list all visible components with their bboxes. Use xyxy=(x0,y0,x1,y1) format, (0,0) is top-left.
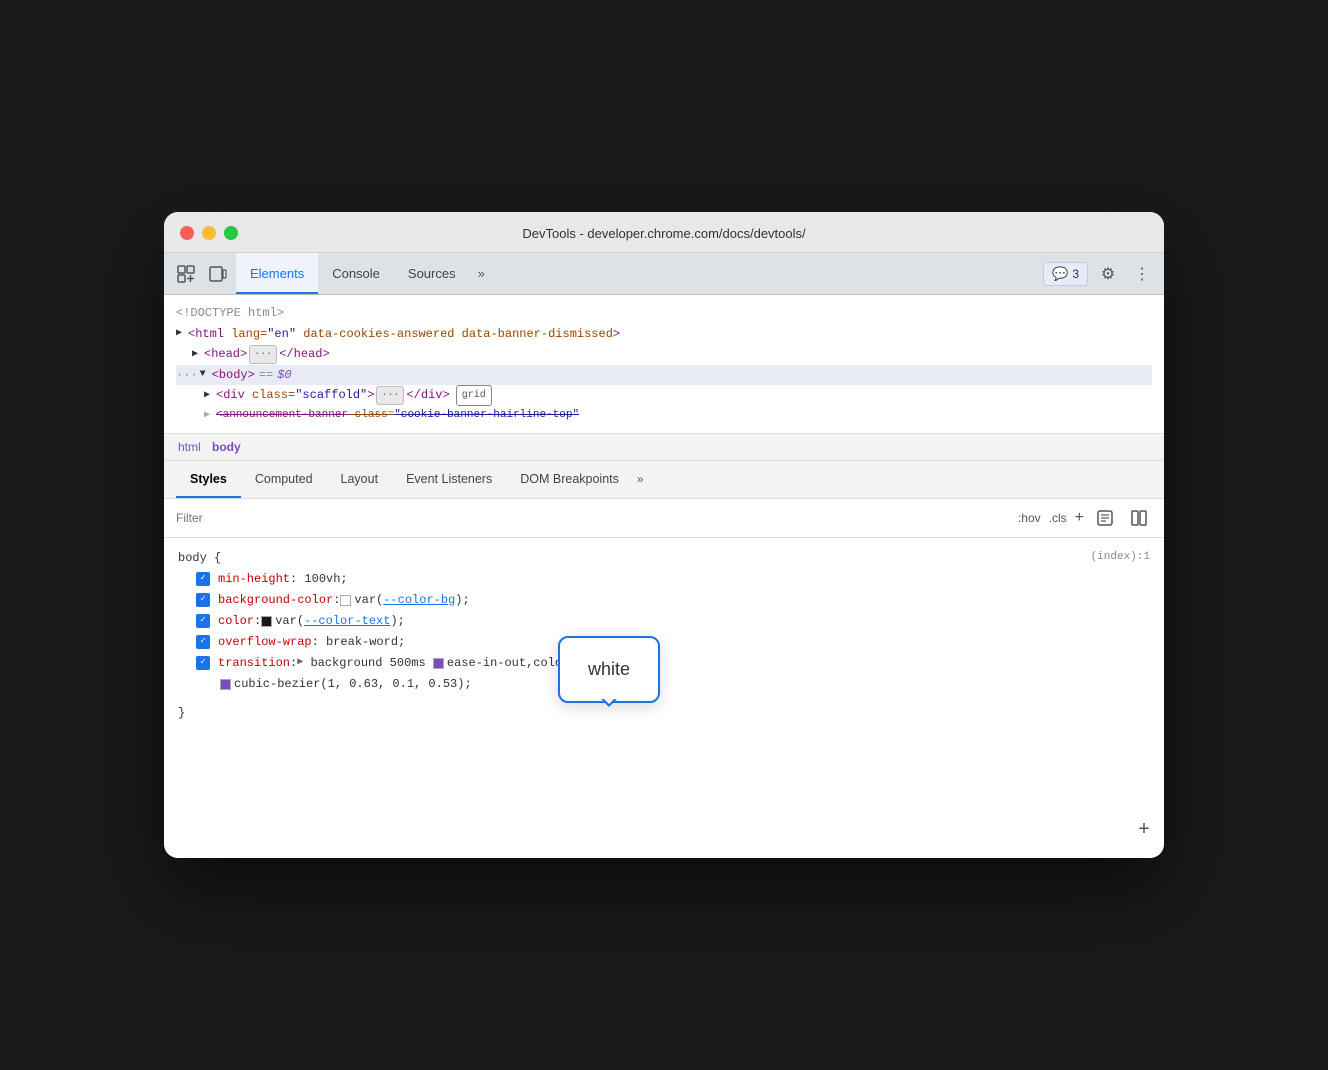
cls-button[interactable]: .cls xyxy=(1049,511,1067,525)
computed-style-icon[interactable] xyxy=(1126,505,1152,531)
color-swatch-bezier[interactable] xyxy=(220,679,231,690)
inspector-icon[interactable] xyxy=(172,260,200,288)
notification-count: 3 xyxy=(1072,267,1079,281)
grid-badge[interactable]: grid xyxy=(456,385,492,406)
css-prop-overflow-wrap: overflow-wrap : break-word; xyxy=(178,632,1150,653)
notifications-badge[interactable]: 💬 3 xyxy=(1043,262,1088,286)
more-styles-tabs[interactable]: » xyxy=(637,472,644,486)
tab-event-listeners[interactable]: Event Listeners xyxy=(392,461,506,498)
color-swatch-ease[interactable] xyxy=(433,658,444,669)
source-link[interactable]: (index):1 xyxy=(1091,548,1150,567)
css-selector: body { xyxy=(178,548,1150,569)
tab-right-icons: 💬 3 ⚙ ⋮ xyxy=(1043,260,1156,288)
color-tooltip: white xyxy=(558,636,660,704)
color-text-link[interactable]: --color-text xyxy=(304,611,390,632)
css-checkbox-bg-color[interactable] xyxy=(196,593,210,607)
breadcrumb-bar: html body xyxy=(164,434,1164,461)
css-checkbox-transition[interactable] xyxy=(196,656,210,670)
css-prop-transition: transition : ▶ background 500ms ease-in-… xyxy=(178,653,1150,674)
dom-panel: <!DOCTYPE html> ▶ <html lang="en" data-c… xyxy=(164,295,1164,433)
tab-console[interactable]: Console xyxy=(318,253,394,294)
breadcrumb-html[interactable]: html xyxy=(178,440,201,454)
window-title: DevTools - developer.chrome.com/docs/dev… xyxy=(522,226,805,241)
dom-line-html[interactable]: ▶ <html lang="en" data-cookies-answered … xyxy=(176,324,1152,344)
head-collapsed-button[interactable]: ··· xyxy=(249,345,277,364)
tooltip-bubble: white xyxy=(558,636,660,704)
style-sheet-icon[interactable] xyxy=(1092,505,1118,531)
tab-elements[interactable]: Elements xyxy=(236,253,318,294)
css-prop-background-color: background-color : var( --color-bg ); wh… xyxy=(178,590,1150,611)
settings-button[interactable]: ⚙ xyxy=(1094,260,1122,288)
css-prop-min-height: min-height : 100vh; xyxy=(178,569,1150,590)
maximize-button[interactable] xyxy=(224,226,238,240)
tab-styles[interactable]: Styles xyxy=(176,461,241,498)
dom-line-body-selected[interactable]: ··· ▼ <body> == $0 xyxy=(176,365,1152,385)
add-rule-button[interactable]: + xyxy=(1138,813,1150,848)
body-expand-arrow[interactable]: ▼ xyxy=(200,366,212,383)
head-expand-arrow[interactable]: ▶ xyxy=(192,346,204,363)
traffic-lights xyxy=(180,226,238,240)
filter-input[interactable] xyxy=(176,511,1018,525)
dom-line-announcement[interactable]: ▶ <announcement-banner class="cookie-ban… xyxy=(176,406,1152,425)
tooltip-text: white xyxy=(588,659,630,679)
tab-layout[interactable]: Layout xyxy=(327,461,393,498)
minimize-button[interactable] xyxy=(202,226,216,240)
filter-bar: :hov .cls + xyxy=(164,499,1164,538)
more-tabs-button[interactable]: » xyxy=(470,266,493,281)
css-closing-brace: } xyxy=(178,703,1150,724)
more-menu-button[interactable]: ⋮ xyxy=(1128,260,1156,288)
tab-sources[interactable]: Sources xyxy=(394,253,470,294)
doctype-text: <!DOCTYPE html> xyxy=(176,303,284,323)
close-button[interactable] xyxy=(180,226,194,240)
css-panel: (index):1 body { min-height : 100vh; bac… xyxy=(164,538,1164,858)
filter-actions: :hov .cls + xyxy=(1018,505,1152,531)
css-checkbox-min-height[interactable] xyxy=(196,572,210,586)
device-icon[interactable] xyxy=(204,260,232,288)
html-expand-arrow[interactable]: ▶ xyxy=(176,325,188,342)
css-prop-cubic-bezier: cubic-bezier(1, 0.63, 0.1, 0.53); xyxy=(178,674,1150,695)
devtools-window: DevTools - developer.chrome.com/docs/dev… xyxy=(164,212,1164,857)
css-prop-color: color : var( --color-text ); xyxy=(178,611,1150,632)
announcement-expand-arrow[interactable]: ▶ xyxy=(204,407,216,424)
dom-line-head[interactable]: ▶ <head> ··· </head> xyxy=(176,344,1152,364)
color-swatch-text[interactable] xyxy=(261,616,272,627)
color-bg-link[interactable]: --color-bg xyxy=(383,590,455,611)
devtools-tab-bar: Elements Console Sources » 💬 3 ⚙ ⋮ xyxy=(164,253,1164,295)
plus-button[interactable]: + xyxy=(1075,509,1084,527)
notification-icon: 💬 xyxy=(1052,266,1068,282)
tab-computed[interactable]: Computed xyxy=(241,461,327,498)
title-bar: DevTools - developer.chrome.com/docs/dev… xyxy=(164,212,1164,253)
styles-tab-bar: Styles Computed Layout Event Listeners D… xyxy=(164,461,1164,499)
dom-line-doctype: <!DOCTYPE html> xyxy=(176,303,1152,323)
dom-line-div-scaffold[interactable]: ▶ <div class="scaffold" > ··· </div> gri… xyxy=(176,385,1152,406)
tab-dom-breakpoints[interactable]: DOM Breakpoints xyxy=(506,461,633,498)
css-checkbox-color[interactable] xyxy=(196,614,210,628)
css-checkbox-overflow-wrap[interactable] xyxy=(196,635,210,649)
div-expand-arrow[interactable]: ▶ xyxy=(204,387,216,404)
scaffold-collapsed[interactable]: ··· xyxy=(376,386,404,405)
breadcrumb-body[interactable]: body xyxy=(212,440,241,454)
color-swatch-bg[interactable] xyxy=(340,595,351,606)
hov-button[interactable]: :hov xyxy=(1018,511,1041,525)
